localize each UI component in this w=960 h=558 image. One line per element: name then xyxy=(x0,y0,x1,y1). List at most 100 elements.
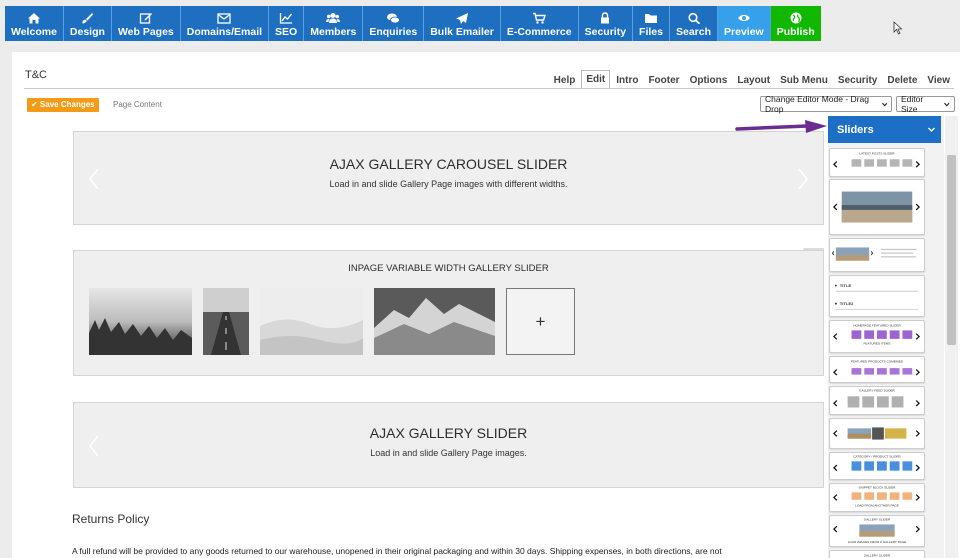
toolbar-members-button[interactable]: Members xyxy=(304,6,364,41)
tab-security[interactable]: Security xyxy=(834,72,881,89)
svg-text:LATEST POSTS SLIDER: LATEST POSTS SLIDER xyxy=(859,152,895,156)
toolbar-button-label: SEO xyxy=(275,26,298,38)
svg-text:LOAD IMAGES FROM A GALLERY PAG: LOAD IMAGES FROM A GALLERY PAGE xyxy=(848,540,906,544)
slider-widget-card[interactable] xyxy=(829,238,925,272)
slider-widget-card[interactable]: TITLE TITLE2 xyxy=(829,275,925,317)
slider-widget-card[interactable]: GALLERY SLIDER xyxy=(829,550,925,558)
slider-widget-thumbnail xyxy=(833,427,921,440)
toolbar-button-label: Preview xyxy=(724,26,764,38)
tab-intro[interactable]: Intro xyxy=(612,72,642,89)
tab-delete[interactable]: Delete xyxy=(883,72,921,89)
toolbar-domains-email-button[interactable]: Domains/Email xyxy=(180,6,270,41)
toolbar-enquiries-button[interactable]: Enquiries xyxy=(363,6,425,41)
page-content-label: Page Content xyxy=(113,100,162,109)
slider-widget-card[interactable]: SNIPPET BLOCK SLIDER LOAD FROM ANOTHER PA… xyxy=(829,483,925,512)
forest-fog-image xyxy=(89,288,192,355)
mouse-cursor-icon xyxy=(893,21,903,35)
toolbar-button-label: Files xyxy=(639,26,663,38)
chevron-down-icon xyxy=(881,102,887,106)
tab-layout[interactable]: Layout xyxy=(733,72,774,89)
slider-widget-card[interactable]: LATEST POSTS SLIDER xyxy=(829,148,925,177)
tab-options[interactable]: Options xyxy=(686,72,732,89)
eye-icon xyxy=(737,14,750,22)
returns-policy-text: A full refund will be provided to any go… xyxy=(72,546,722,556)
edit-icon xyxy=(139,13,152,24)
tab-sub-menu[interactable]: Sub Menu xyxy=(776,72,832,89)
carousel-slider-block[interactable]: AJAX GALLERY CAROUSEL SLIDER Load in and… xyxy=(73,131,824,225)
search-icon xyxy=(687,12,700,24)
inpage-slider-title: INPAGE VARIABLE WIDTH GALLERY SLIDER xyxy=(348,263,549,274)
toolbar-e-commerce-button[interactable]: E-Commerce xyxy=(500,6,579,41)
chevron-down-icon xyxy=(944,102,950,107)
slider-widget-thumbnail xyxy=(833,191,921,223)
carousel-slider-title: AJAX GALLERY CAROUSEL SLIDER xyxy=(329,156,568,172)
toolbar-button-label: Members xyxy=(310,26,357,38)
editor-size-value: Editor Size xyxy=(901,94,924,114)
main-toolbar: Welcome Design Web Pages Domains/Email SEO Me… xyxy=(5,6,821,41)
toolbar-preview-button[interactable]: Preview xyxy=(718,6,771,41)
tab-help[interactable]: Help xyxy=(550,72,580,89)
sliders-sidebar: Sliders LATEST POSTS SLIDER TITLE TITLE2 HO… xyxy=(828,116,944,558)
toolbar-button-label: Bulk Emailer xyxy=(430,26,494,38)
page-title: T&C xyxy=(25,69,47,81)
slider-widget-card[interactable]: GALLERY FEED SLIDER xyxy=(829,386,925,415)
svg-text:LOAD FROM ANOTHER PAGE: LOAD FROM ANOTHER PAGE xyxy=(855,503,899,507)
folder-icon xyxy=(645,14,658,23)
sliders-category-label: Sliders xyxy=(837,123,874,136)
pointer-arrow-icon xyxy=(735,120,827,133)
editor-canvas: AJAX GALLERY CAROUSEL SLIDER Load in and… xyxy=(12,116,824,558)
toolbar-bulk-emailer-button[interactable]: Bulk Emailer xyxy=(424,6,501,41)
sidebar-scroll-thumb[interactable] xyxy=(947,155,956,345)
toolbar-welcome-button[interactable]: Welcome xyxy=(5,6,64,41)
slider-widget-thumbnail: GALLERY FEED SLIDER xyxy=(833,389,921,408)
toolbar-button-label: Web Pages xyxy=(117,26,174,38)
chat-icon xyxy=(387,13,401,24)
tab-footer[interactable]: Footer xyxy=(644,72,683,89)
slider-widget-thumbnail: LATEST POSTS SLIDER xyxy=(833,152,921,168)
inpage-gallery-slider-block[interactable]: INPAGE VARIABLE WIDTH GALLERY SLIDER + xyxy=(73,250,824,376)
toolbar-button-label: Search xyxy=(675,26,712,38)
paper-plane-icon xyxy=(456,13,469,24)
editor-size-select[interactable]: Editor Size xyxy=(896,94,955,114)
returns-policy-heading: Returns Policy xyxy=(72,512,150,526)
chart-line-icon xyxy=(279,13,293,24)
toolbar-button-label: Publish xyxy=(776,26,815,38)
carousel-slider-subtitle: Load in and slide Gallery Page images wi… xyxy=(329,179,568,189)
svg-text:FEATURED ITEMS: FEATURED ITEMS xyxy=(863,342,890,346)
misty-hills-image xyxy=(260,288,363,355)
save-changes-button[interactable]: ✔ Save Changes xyxy=(27,98,99,112)
editor-mode-select[interactable]: Change Editor Mode - Drag Drop xyxy=(760,94,892,114)
toolbar-web-pages-button[interactable]: Web Pages xyxy=(111,6,181,41)
add-image-button[interactable]: + xyxy=(506,288,575,355)
lock-icon xyxy=(601,12,610,24)
tab-view[interactable]: View xyxy=(923,72,954,89)
svg-text:TITLE2: TITLE2 xyxy=(840,301,854,306)
chevron-down-icon xyxy=(928,127,935,132)
slider-widget-card[interactable]: CATEGORY / PRODUCT SLIDER xyxy=(829,452,925,480)
slider-widget-card[interactable] xyxy=(829,418,925,449)
globe-icon xyxy=(790,12,802,24)
slider-widget-card[interactable] xyxy=(829,179,925,235)
tabs-divider xyxy=(24,88,954,89)
paintbrush-icon xyxy=(82,13,94,24)
toolbar-seo-button[interactable]: SEO xyxy=(269,6,305,41)
toolbar-button-label: Domains/Email xyxy=(186,26,263,38)
toolbar-publish-button[interactable]: Publish xyxy=(770,6,821,41)
slider-widget-card[interactable]: GALLERY SLIDER LOAD IMAGES FROM A GALLERY… xyxy=(829,515,925,547)
slider-widget-thumbnail: TITLE TITLE2 xyxy=(834,283,919,310)
chevron-right-icon[interactable] xyxy=(797,167,809,191)
tab-edit[interactable]: Edit xyxy=(581,70,611,89)
toolbar-design-button[interactable]: Design xyxy=(63,6,112,41)
slider-widget-card[interactable]: FEATURED PRODUCTS COMBINED xyxy=(829,356,925,383)
toolbar-files-button[interactable]: Files xyxy=(633,6,670,41)
toolbar-security-button[interactable]: Security xyxy=(578,6,634,41)
sliders-category-select[interactable]: Sliders xyxy=(828,116,941,143)
cart-icon xyxy=(533,12,547,24)
toolbar-search-button[interactable]: Search xyxy=(669,6,719,41)
slider-widget-card[interactable]: HOMEPAGE FEATURED SLIDER FEATURED ITEMS xyxy=(829,320,925,353)
page-tabs: Help Edit Intro Footer Options Layout Sub Menu… xyxy=(548,70,954,89)
toolbar-button-label: Security xyxy=(584,26,627,38)
svg-text:TITLE: TITLE xyxy=(840,283,852,288)
home-icon xyxy=(27,13,40,24)
gallery-slider-block[interactable]: AJAX GALLERY SLIDER Load in and slide Ga… xyxy=(73,402,824,488)
